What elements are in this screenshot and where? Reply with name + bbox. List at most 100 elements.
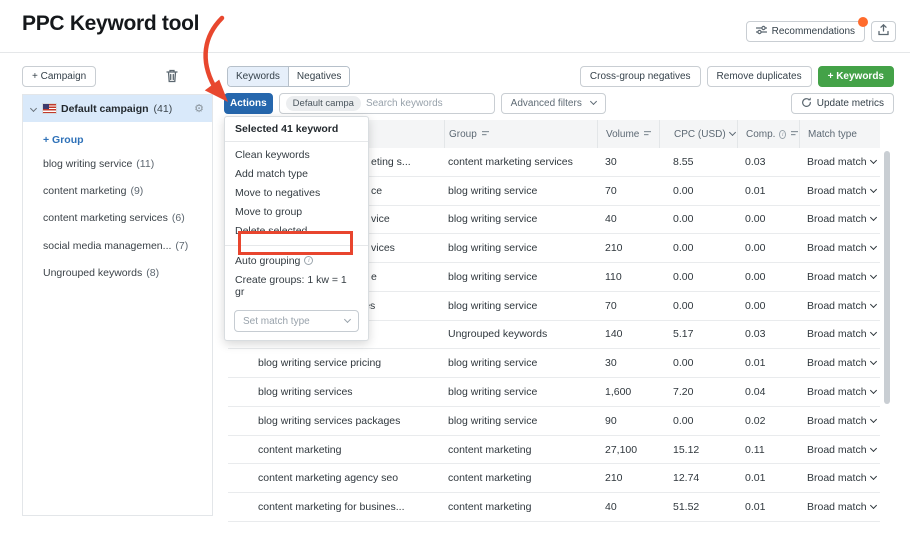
match-type-dropdown[interactable]: Broad match <box>799 472 880 484</box>
notification-dot <box>858 17 868 27</box>
chevron-down-icon <box>869 473 876 480</box>
chevron-down-icon <box>869 301 876 308</box>
add-group-button[interactable]: + Group <box>43 134 212 146</box>
search-placeholder: Search keywords <box>366 98 443 109</box>
tab-keywords[interactable]: Keywords <box>228 67 289 86</box>
menu-item[interactable]: Add match type <box>225 164 368 183</box>
refresh-icon <box>801 97 812 111</box>
keyword-cell: content marketing <box>256 444 444 456</box>
cpc-cell: 0.00 <box>659 300 737 312</box>
table-row: content marketing agency seo content mar… <box>228 464 880 493</box>
keyword-cell: content marketing agency seo <box>256 472 444 484</box>
chevron-down-icon <box>869 329 876 336</box>
volume-cell: 110 <box>597 271 659 283</box>
trash-icon[interactable] <box>166 69 178 86</box>
actions-menu-header: Selected 41 keyword <box>225 117 368 142</box>
remove-duplicates-button[interactable]: Remove duplicates <box>707 66 812 87</box>
group-cell: blog writing service <box>444 271 597 283</box>
auto-grouping-label: Auto grouping <box>235 255 300 267</box>
campaign-row[interactable]: Default campaign (41) ⚙ <box>23 95 212 122</box>
table-scrollbar[interactable] <box>884 151 890 523</box>
header-match-type: Match type <box>799 120 880 148</box>
table-row: blog writing services blog writing servi… <box>228 378 880 407</box>
campaign-filter-chip[interactable]: Default campa <box>286 96 361 111</box>
match-type-dropdown[interactable]: Broad match <box>799 357 880 369</box>
actions-button[interactable]: Actions <box>224 93 273 114</box>
match-type-dropdown[interactable]: Broad match <box>799 271 880 283</box>
group-cell: content marketing <box>444 444 597 456</box>
sidebar-group-item[interactable]: blog writing service (11) <box>23 150 212 177</box>
group-list: blog writing service (11) content market… <box>23 150 212 287</box>
cpc-cell: 0.00 <box>659 185 737 197</box>
export-button[interactable] <box>871 21 896 42</box>
match-type-dropdown[interactable]: Broad match <box>799 501 880 513</box>
menu-item[interactable]: Delete selected <box>225 221 368 240</box>
tab-negatives[interactable]: Negatives <box>289 67 349 86</box>
header-group[interactable]: Group <box>444 120 597 148</box>
header-group-label: Group <box>449 129 477 140</box>
group-name: social media managemen... <box>43 240 171 252</box>
menu-divider <box>225 245 368 246</box>
menu-item-create-groups[interactable]: Create groups: 1 kw = 1 gr <box>225 270 368 301</box>
cpc-cell: 0.00 <box>659 357 737 369</box>
volume-cell: 30 <box>597 156 659 168</box>
recommendations-button[interactable]: Recommendations <box>746 21 865 42</box>
match-type-dropdown[interactable]: Broad match <box>799 328 880 340</box>
sidebar-group-item[interactable]: content marketing (9) <box>23 177 212 204</box>
comp-cell: 0.11 <box>737 444 799 456</box>
scrollbar-thumb[interactable] <box>884 151 890 404</box>
cpc-cell: 5.17 <box>659 328 737 340</box>
match-type-dropdown[interactable]: Broad match <box>799 386 880 398</box>
chevron-down-icon <box>869 502 876 509</box>
recommendations-icon <box>756 25 767 38</box>
add-campaign-button[interactable]: + Campaign <box>22 66 96 87</box>
comp-cell: 0.01 <box>737 472 799 484</box>
advanced-filters-label: Advanced filters <box>511 98 582 109</box>
cross-group-negatives-button[interactable]: Cross-group negatives <box>580 66 701 87</box>
match-type-dropdown[interactable]: Broad match <box>799 242 880 254</box>
table-row: blog writing service pricing blog writin… <box>228 349 880 378</box>
header-divider <box>0 52 910 53</box>
actions-menu-items: Clean keywordsAdd match typeMove to nega… <box>225 142 368 243</box>
header-cpc[interactable]: CPC (USD) <box>659 120 737 148</box>
search-keywords-input[interactable]: Default campa Search keywords <box>279 93 495 114</box>
add-keywords-button[interactable]: + Keywords <box>818 66 894 87</box>
menu-item[interactable]: Move to negatives <box>225 183 368 202</box>
advanced-filters-button[interactable]: Advanced filters <box>501 93 606 114</box>
gear-icon[interactable]: ⚙ <box>194 103 204 114</box>
menu-item[interactable]: Clean keywords <box>225 145 368 164</box>
cpc-cell: 51.52 <box>659 501 737 513</box>
us-flag-icon <box>43 104 56 113</box>
cpc-cell: 0.00 <box>659 415 737 427</box>
chevron-down-icon <box>344 315 351 322</box>
header-volume[interactable]: Volume <box>597 120 659 148</box>
match-type-dropdown[interactable]: Broad match <box>799 185 880 197</box>
group-name: blog writing service <box>43 158 132 170</box>
match-type-dropdown[interactable]: Broad match <box>799 300 880 312</box>
page-title: PPC Keyword tool <box>22 12 199 36</box>
comp-cell: 0.01 <box>737 357 799 369</box>
sidebar-group-item[interactable]: content marketing services (6) <box>23 205 212 232</box>
match-type-dropdown[interactable]: Broad match <box>799 415 880 427</box>
chevron-down-icon <box>869 243 876 250</box>
menu-item-auto-grouping[interactable]: Auto grouping i <box>225 251 368 270</box>
menu-item[interactable]: Move to group <box>225 202 368 221</box>
match-type-dropdown[interactable]: Broad match <box>799 156 880 168</box>
match-type-dropdown[interactable]: Broad match <box>799 213 880 225</box>
sort-icon <box>644 129 652 140</box>
match-type-dropdown[interactable]: Broad match <box>799 444 880 456</box>
update-metrics-button[interactable]: Update metrics <box>791 93 894 114</box>
update-metrics-label: Update metrics <box>817 98 884 109</box>
sidebar-group-item[interactable]: Ungrouped keywords (8) <box>23 260 212 287</box>
comp-cell: 0.00 <box>737 213 799 225</box>
sidebar-group-item[interactable]: social media managemen... (7) <box>23 232 212 259</box>
header-comp[interactable]: Comp. i <box>737 120 799 148</box>
set-match-type-select[interactable]: Set match type <box>234 310 359 332</box>
volume-cell: 210 <box>597 242 659 254</box>
actions-menu: Selected 41 keyword Clean keywordsAdd ma… <box>224 116 369 341</box>
group-count: (9) <box>130 185 143 197</box>
cpc-cell: 0.00 <box>659 213 737 225</box>
volume-cell: 140 <box>597 328 659 340</box>
group-cell: content marketing <box>444 472 597 484</box>
chevron-down-icon <box>869 214 876 221</box>
